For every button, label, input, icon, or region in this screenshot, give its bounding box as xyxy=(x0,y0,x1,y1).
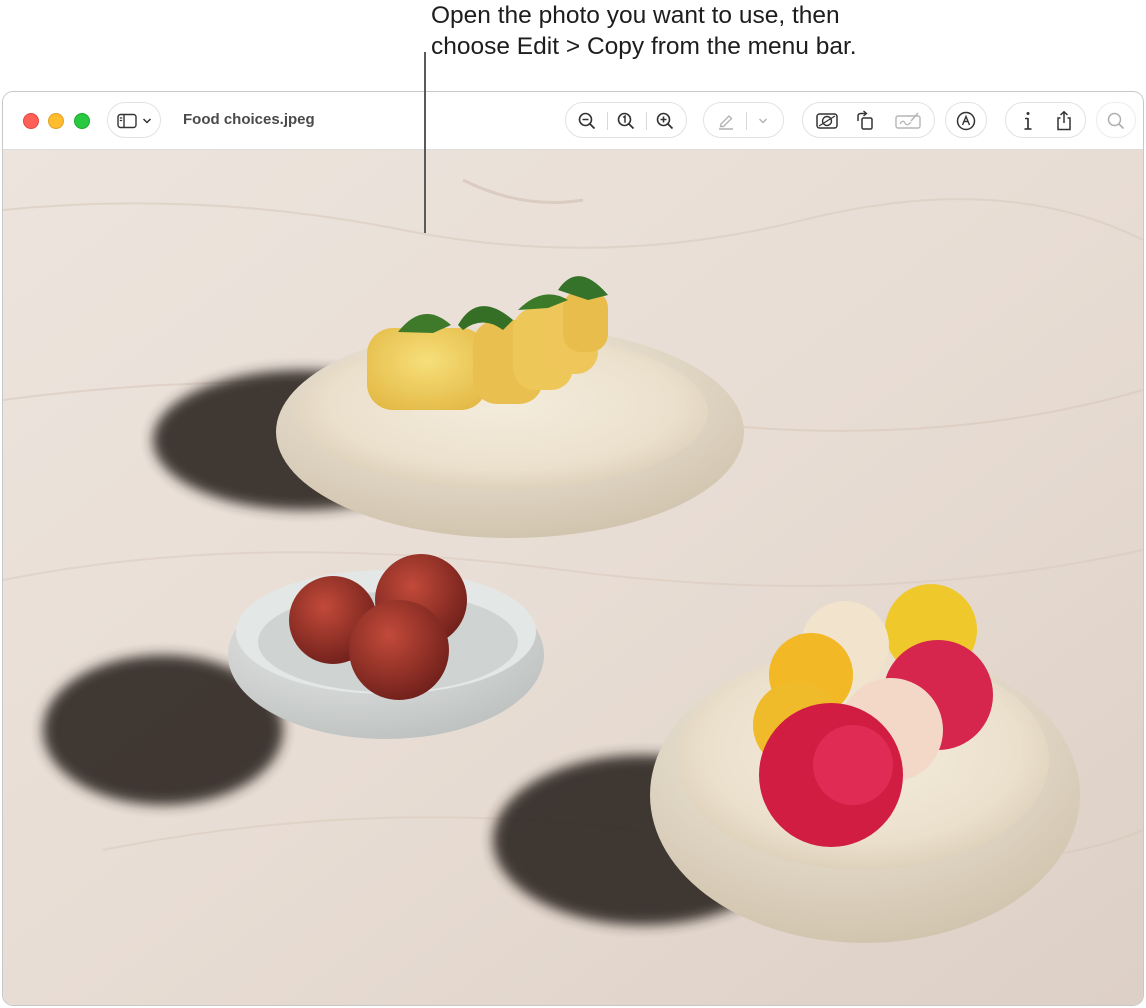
separator xyxy=(646,112,647,130)
chevron-down-icon xyxy=(140,103,154,139)
chevron-down-icon[interactable] xyxy=(752,103,774,139)
edit-controls xyxy=(802,102,935,138)
actual-size-icon[interactable] xyxy=(611,103,641,139)
minimize-button[interactable] xyxy=(48,113,64,129)
sidebar-icon xyxy=(116,103,138,139)
preview-window: Food choices.jpeg xyxy=(2,91,1144,1006)
share-icon[interactable] xyxy=(1049,103,1079,139)
adjust-color-icon[interactable] xyxy=(810,103,844,139)
callout-text: Open the photo you want to use, then cho… xyxy=(431,0,857,62)
separator xyxy=(607,112,608,130)
zoom-button[interactable] xyxy=(74,113,90,129)
zoom-out-icon[interactable] xyxy=(572,103,602,139)
callout-leader-line xyxy=(424,52,426,233)
callout-line-2: choose Edit > Copy from the menu bar. xyxy=(431,33,857,60)
rotate-icon[interactable] xyxy=(848,103,882,139)
zoom-in-icon[interactable] xyxy=(650,103,680,139)
search-button[interactable] xyxy=(1096,102,1136,138)
markup-button[interactable] xyxy=(945,102,987,138)
inspector-icon[interactable] xyxy=(1013,103,1043,139)
title-bar: Food choices.jpeg xyxy=(3,92,1143,150)
markup-icon xyxy=(949,103,983,139)
separator xyxy=(746,112,747,130)
search-icon xyxy=(1101,103,1131,139)
zoom-controls xyxy=(565,102,687,138)
highlight-controls xyxy=(703,102,784,138)
highlight-pen-icon[interactable] xyxy=(712,103,740,139)
info-share-controls xyxy=(1005,102,1086,138)
callout-line-1: Open the photo you want to use, then xyxy=(431,2,840,29)
sidebar-toggle-button[interactable] xyxy=(107,102,161,138)
signature-icon[interactable] xyxy=(889,103,927,139)
document-title: Food choices.jpeg xyxy=(183,111,315,128)
close-button[interactable] xyxy=(23,113,39,129)
food-photo xyxy=(3,150,1143,1005)
